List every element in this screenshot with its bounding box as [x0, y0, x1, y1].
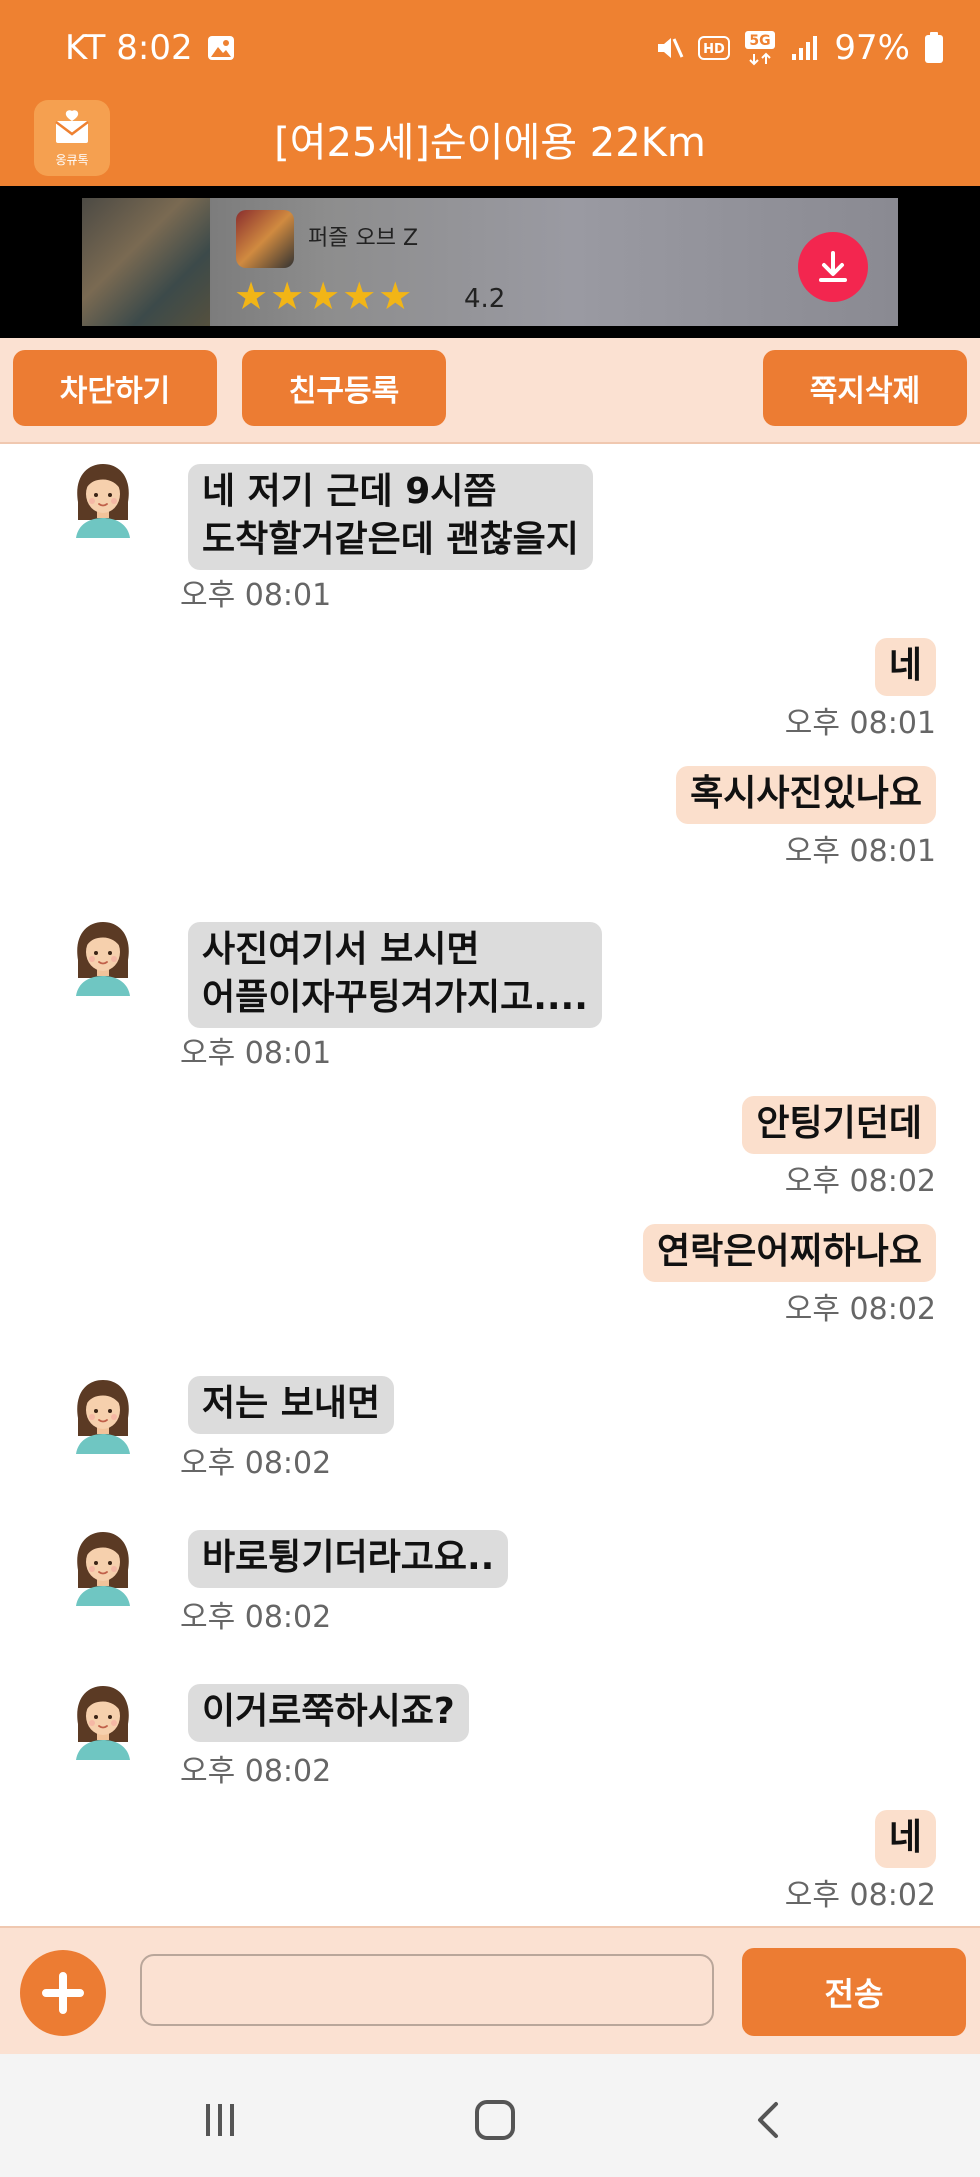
svg-text:5G: 5G — [750, 33, 771, 49]
download-icon — [819, 251, 847, 282]
message-bubble[interactable]: 안팅기던데 — [742, 1096, 936, 1154]
message-time: 오후 08:01 — [180, 1036, 332, 1071]
back-button[interactable] — [740, 2090, 800, 2150]
message-bubble[interactable]: 바로튕기더라고요.. — [188, 1530, 509, 1588]
message-time: 오후 08:01 — [784, 706, 936, 741]
add-friend-button[interactable]: 친구등록 — [242, 350, 446, 426]
delete-messages-button[interactable]: 쪽지삭제 — [763, 350, 967, 426]
message-bubble[interactable]: 사진여기서 보시면 어플이자꾸팅겨가지고.... — [188, 922, 602, 1028]
ad-app-name: 퍼즐 오브 Z — [308, 226, 419, 251]
home-button[interactable] — [465, 2090, 525, 2150]
battery-percent: 97% — [834, 28, 910, 68]
plus-icon — [42, 1972, 84, 2014]
signal-icon — [790, 34, 820, 62]
message-bubble[interactable]: 이거로쭉하시죠? — [188, 1684, 469, 1742]
avatar[interactable] — [68, 1680, 138, 1760]
avatar[interactable] — [68, 458, 138, 538]
recent-apps-button[interactable] — [190, 2090, 250, 2150]
recent-apps-icon — [206, 2104, 234, 2136]
image-icon — [207, 35, 235, 61]
mute-icon — [654, 33, 684, 63]
system-nav-bar — [0, 2054, 980, 2177]
message-time: 오후 08:02 — [784, 1292, 936, 1327]
ad-bar: 퍼즐 오브 Z ★★★★★ 4.2 — [0, 186, 980, 338]
message-bubble[interactable]: 연락은어찌하나요 — [643, 1224, 936, 1282]
chat-title: [여25세]순이에용 22Km — [274, 120, 706, 166]
home-icon — [475, 2100, 515, 2140]
svg-text:HD: HD — [704, 42, 726, 57]
carrier-time: KT 8:02 — [65, 28, 193, 68]
ad-rating-value: 4.2 — [464, 284, 506, 314]
message-bubble[interactable]: 저는 보내면 — [188, 1376, 395, 1434]
battery-icon — [924, 32, 944, 64]
message-bubble[interactable]: 네 — [874, 638, 936, 696]
message-bubble[interactable]: 혹시사진있나요 — [676, 766, 936, 824]
5g-icon: 5G — [744, 30, 776, 66]
ad-app-icon — [236, 210, 294, 268]
back-icon — [758, 2102, 778, 2138]
avatar[interactable] — [68, 1526, 138, 1606]
action-bar: 차단하기 친구등록 쪽지삭제 — [0, 338, 980, 444]
ad-rating-stars: ★★★★★ — [234, 274, 415, 318]
message-time: 오후 08:01 — [180, 578, 332, 613]
attach-button[interactable] — [20, 1950, 106, 2036]
block-button[interactable]: 차단하기 — [13, 350, 217, 426]
message-time: 오후 08:02 — [180, 1754, 332, 1789]
download-button[interactable] — [798, 232, 868, 302]
ad-screenshot-image — [82, 198, 210, 326]
message-time: 오후 08:01 — [784, 834, 936, 869]
message-bubble[interactable]: 네 저기 근데 9시쯤 도착할거같은데 괜찮을지 — [188, 464, 593, 570]
avatar[interactable] — [68, 916, 138, 996]
message-time: 오후 08:02 — [784, 1878, 936, 1913]
composer-bar: 전송 — [0, 1926, 980, 2056]
message-bubble[interactable]: 네 — [874, 1810, 936, 1868]
send-button[interactable]: 전송 — [742, 1948, 966, 2036]
status-right: HD 5G 97% — [654, 28, 944, 68]
status-bar: KT 8:02 HD 5G 97% — [0, 0, 980, 100]
hd-icon: HD — [698, 36, 731, 60]
app-header: 옹큐톡 [여25세]순이에용 22Km — [0, 100, 980, 186]
chat-area[interactable]: 네 저기 근데 9시쯤 도착할거같은데 괜찮을지 오후 08:01 네 오후 0… — [0, 444, 980, 1926]
message-input[interactable] — [140, 1954, 714, 2026]
status-left: KT 8:02 — [65, 28, 235, 68]
ad-banner[interactable]: 퍼즐 오브 Z ★★★★★ 4.2 — [82, 198, 898, 326]
message-time: 오후 08:02 — [784, 1164, 936, 1199]
avatar[interactable] — [68, 1374, 138, 1454]
message-time: 오후 08:02 — [180, 1446, 332, 1481]
message-time: 오후 08:02 — [180, 1600, 332, 1635]
